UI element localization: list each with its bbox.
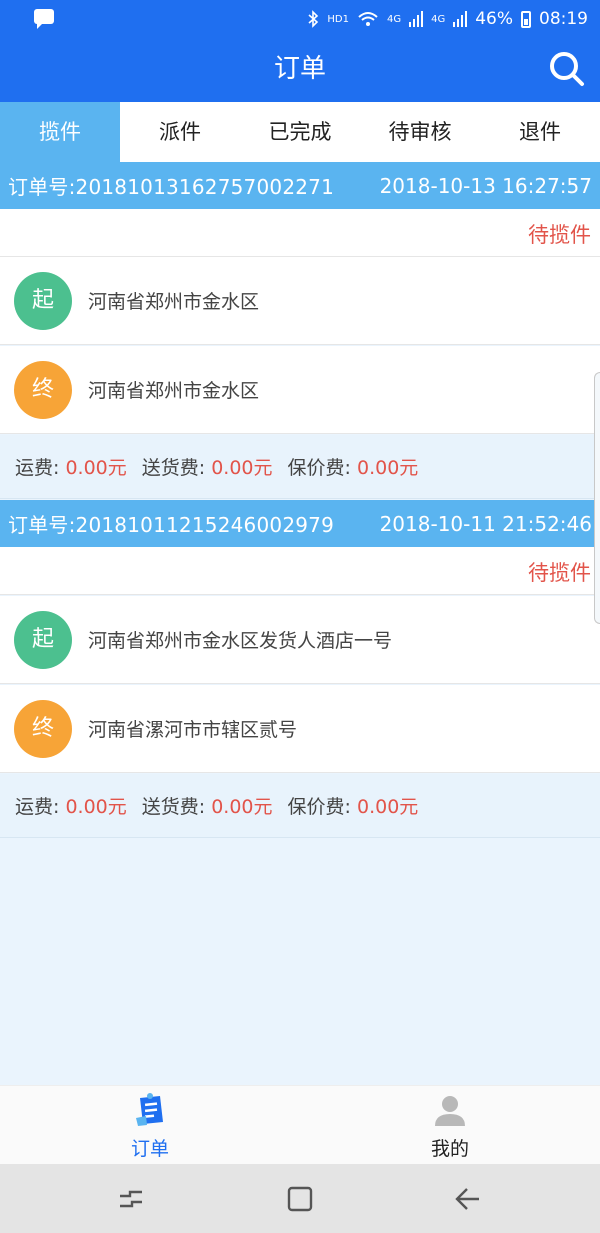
fee-row: 运费: 0.00元 送货费: 0.00元 保价费: 0.00元	[0, 774, 600, 838]
recent-apps-icon[interactable]	[116, 1184, 146, 1214]
battery-percent: 46%	[475, 9, 513, 29]
end-address: 河南省郑州市金水区	[88, 380, 260, 402]
start-address-row[interactable]: 起 河南省郑州市金水区发货人酒店一号	[0, 596, 600, 684]
back-button-icon[interactable]	[452, 1184, 482, 1214]
end-address-row[interactable]: 终 河南省漯河市市辖区贰号	[0, 685, 600, 773]
end-address: 河南省漯河市市辖区贰号	[88, 719, 298, 741]
system-navigation-bar	[0, 1164, 600, 1233]
order-datetime: 2018-10-11 21:52:46	[379, 511, 592, 536]
hd-indicator: HD1	[327, 13, 349, 25]
freight-label: 运费:	[15, 796, 60, 818]
tab-dispatch[interactable]: 派件	[120, 102, 240, 162]
battery-icon	[521, 10, 531, 28]
end-address-row[interactable]: 终 河南省郑州市金水区	[0, 346, 600, 434]
end-badge: 终	[14, 700, 72, 758]
delivery-value: 0.00元	[211, 796, 273, 818]
search-icon[interactable]	[548, 50, 586, 88]
wifi-icon	[358, 12, 378, 26]
delivery-fee: 送货费: 0.00元	[142, 792, 273, 819]
freight-value: 0.00元	[65, 457, 127, 479]
status-icons: HD1 4G 4G 46% 08:19	[307, 6, 588, 32]
start-address: 河南省郑州市金水区	[88, 291, 260, 313]
clock: 08:19	[539, 9, 588, 29]
signal-icon	[409, 11, 424, 27]
tab-pending-review[interactable]: 待审核	[360, 102, 480, 162]
order-state-row: 待揽件	[0, 547, 600, 595]
order-status: 待揽件	[528, 561, 591, 585]
nav-orders[interactable]: 订单	[0, 1086, 300, 1165]
order-number: 订单号:20181011215246002979	[8, 513, 335, 537]
bottom-navigation: 订单 我的	[0, 1085, 600, 1164]
orders-icon	[136, 1093, 163, 1126]
order-tabs: 揽件 派件 已完成 待审核 退件	[0, 102, 600, 162]
bluetooth-icon	[308, 10, 319, 28]
app-header: HD1 4G 4G 46% 08:19 订单	[0, 0, 600, 102]
user-icon	[435, 1096, 465, 1126]
start-address: 河南省郑州市金水区发货人酒店一号	[88, 630, 393, 652]
scroll-indicator[interactable]	[594, 372, 600, 624]
insurance-label: 保价费:	[287, 457, 351, 479]
order-header[interactable]: 订单号:20181011215246002979 2018-10-11 21:5…	[0, 500, 600, 547]
insurance-fee: 保价费: 0.00元	[288, 792, 419, 819]
delivery-label: 送货费:	[141, 796, 206, 818]
nav-mine-label: 我的	[430, 1138, 469, 1160]
status-bar: HD1 4G 4G 46% 08:19	[0, 0, 600, 38]
delivery-value: 0.00元	[211, 457, 273, 479]
network-type-2: 4G	[431, 13, 446, 25]
order-number: 订单号:20181013162757002271	[8, 175, 335, 199]
freight-label: 运费:	[15, 457, 60, 479]
signal-icon-2	[453, 11, 468, 27]
page-title: 订单	[273, 54, 326, 84]
delivery-label: 送货费:	[141, 457, 206, 479]
nav-orders-label: 订单	[130, 1138, 169, 1160]
start-badge: 起	[14, 272, 72, 330]
order-status: 待揽件	[528, 223, 591, 247]
order-header[interactable]: 订单号:20181013162757002271 2018-10-13 16:2…	[0, 162, 600, 209]
freight-fee: 运费: 0.00元	[15, 792, 127, 819]
home-button-icon[interactable]	[285, 1184, 315, 1214]
order-datetime: 2018-10-13 16:27:57	[379, 173, 592, 198]
insurance-label: 保价费:	[287, 796, 351, 818]
tab-returns[interactable]: 退件	[480, 102, 600, 162]
tab-pickup[interactable]: 揽件	[0, 102, 120, 162]
insurance-value: 0.00元	[356, 457, 419, 479]
delivery-fee: 送货费: 0.00元	[142, 453, 273, 480]
nav-mine[interactable]: 我的	[300, 1086, 600, 1165]
start-address-row[interactable]: 起 河南省郑州市金水区	[0, 257, 600, 345]
network-type-1: 4G	[386, 13, 402, 25]
tab-completed[interactable]: 已完成	[240, 102, 360, 162]
message-notification-icon	[34, 9, 54, 29]
freight-fee: 运费: 0.00元	[15, 453, 127, 480]
start-badge: 起	[14, 611, 72, 669]
order-state-row: 待揽件	[0, 209, 600, 257]
freight-value: 0.00元	[65, 796, 127, 818]
end-badge: 终	[14, 361, 72, 419]
fee-row: 运费: 0.00元 送货费: 0.00元 保价费: 0.00元	[0, 435, 600, 499]
insurance-fee: 保价费: 0.00元	[288, 453, 419, 480]
insurance-value: 0.00元	[356, 796, 419, 818]
